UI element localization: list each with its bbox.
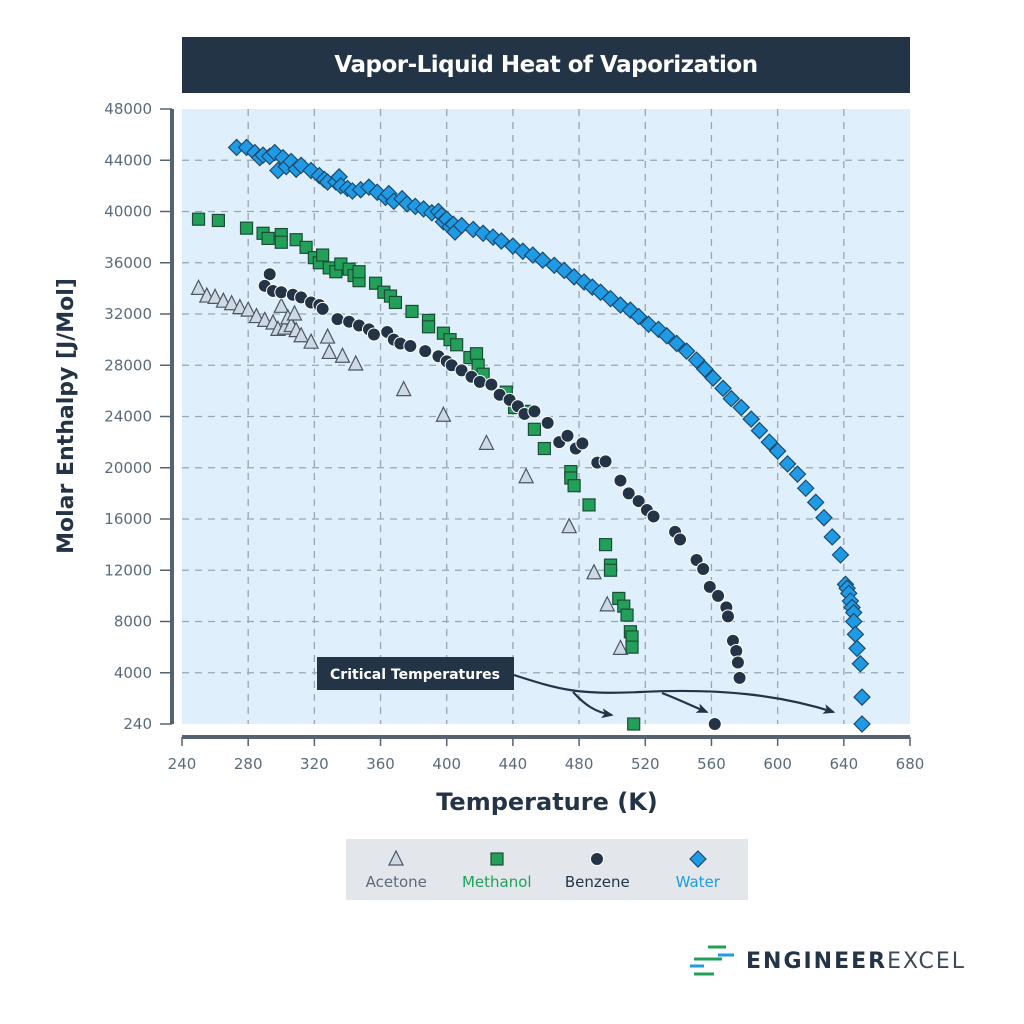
x-tick-label: 280 — [234, 755, 263, 773]
x-axis-title: Temperature (K) — [436, 788, 658, 816]
legend-label: Benzene — [564, 872, 630, 891]
data-point-methanol — [450, 338, 464, 352]
circle-icon — [590, 851, 605, 866]
data-point-benzene — [711, 588, 726, 603]
y-tick-label: 28000 — [104, 356, 152, 374]
y-tick-label: 8000 — [114, 613, 152, 631]
circle-marker — [590, 851, 605, 866]
x-tick-label: 680 — [896, 755, 925, 773]
data-point-benzene — [721, 609, 735, 624]
data-point-benzene — [673, 532, 688, 547]
data-point-benzene — [366, 327, 381, 342]
data-point-methanol — [625, 640, 639, 654]
data-point-benzene — [646, 509, 661, 524]
x-tick-label: 440 — [499, 755, 528, 773]
data-point-benzene — [472, 374, 487, 389]
y-axis-title: Molar Enthalpy [J/Mol] — [54, 278, 79, 554]
data-point-methanol — [469, 347, 484, 361]
data-point-methanol — [598, 538, 613, 552]
y-tick-label: 12000 — [104, 561, 152, 579]
data-point-methanol — [527, 422, 542, 436]
data-point-methanol — [388, 295, 403, 310]
data-point-benzene — [540, 415, 555, 430]
logo-lines-icon — [690, 945, 734, 976]
annotation-label: Critical Temperatures — [330, 667, 500, 683]
legend: Acetone Methanol Benzene Water — [346, 839, 748, 900]
data-point-benzene — [575, 436, 590, 451]
data-point-methanol — [620, 608, 634, 622]
legend-item-methanol[interactable]: Methanol — [447, 839, 548, 900]
data-point-methanol — [603, 563, 618, 577]
x-tick-labels: 240 280 320 360 400 440 480 520 560 600 640 680 — [168, 737, 925, 773]
y-tick-label: 36000 — [104, 254, 152, 272]
y-tick-label: 20000 — [104, 459, 152, 477]
y-tick-label: 24000 — [104, 408, 152, 426]
logo-text-bold: ENGINEER — [746, 948, 888, 974]
annotation-box: Critical Temperatures — [317, 657, 514, 690]
data-point-methanol — [191, 212, 206, 226]
logo-text-light: EXCEL — [887, 948, 966, 974]
data-point-benzene — [274, 285, 289, 300]
legend-label: Acetone — [365, 872, 427, 891]
logo-text: ENGINEEREXCEL — [746, 949, 966, 974]
data-point-benzene — [527, 404, 542, 419]
data-point-methanol — [239, 221, 254, 235]
triangle-icon — [388, 849, 405, 866]
data-point-benzene — [732, 670, 747, 685]
legend-label: Water — [675, 872, 720, 891]
data-point-methanol — [316, 248, 330, 262]
y-tick-label: 16000 — [104, 510, 152, 528]
y-tick-label: 240 — [123, 715, 152, 733]
data-point-benzene — [330, 312, 345, 327]
data-point-methanol — [274, 235, 288, 249]
legend-item-water[interactable]: Water — [648, 839, 749, 900]
x-tick-label: 600 — [763, 755, 792, 773]
data-point-benzene — [707, 717, 722, 731]
engineerexcel-logo: ENGINEEREXCEL — [688, 944, 966, 978]
legend-item-benzene[interactable]: Benzene — [547, 839, 648, 900]
y-tick-labels: 240 4000 8000 12000 16000 20000 24000 28000 3200… — [104, 100, 172, 733]
x-tick-label: 400 — [432, 755, 461, 773]
x-tick-label: 240 — [168, 755, 197, 773]
legend-label: Methanol — [461, 872, 532, 891]
x-tick-label: 360 — [366, 755, 395, 773]
data-point-methanol — [421, 320, 436, 334]
square-icon — [490, 851, 504, 866]
y-tick-label: 40000 — [104, 203, 152, 221]
data-point-benzene — [613, 473, 628, 488]
square-marker — [490, 851, 504, 866]
y-tick-label: 32000 — [104, 305, 152, 323]
legend-item-acetone[interactable]: Acetone — [346, 839, 447, 900]
data-point-methanol — [627, 717, 641, 731]
data-point-methanol — [405, 304, 419, 319]
data-point-methanol — [582, 498, 596, 512]
diamond-marker — [688, 849, 707, 868]
data-point-benzene — [598, 454, 613, 469]
data-point-methanol — [352, 265, 366, 279]
x-tick-label: 320 — [300, 755, 329, 773]
data-point-methanol — [567, 479, 581, 493]
data-point-methanol — [261, 231, 275, 246]
y-tick-label: 48000 — [104, 100, 152, 118]
x-tick-label: 640 — [829, 755, 858, 773]
y-tick-label: 4000 — [114, 664, 152, 682]
data-point-benzene — [730, 655, 745, 670]
data-point-benzene — [729, 643, 744, 658]
data-point-methanol — [211, 213, 225, 228]
data-point-methanol — [537, 441, 551, 456]
data-point-benzene — [315, 301, 330, 316]
triangle-marker — [388, 849, 405, 866]
x-tick-label: 560 — [697, 755, 726, 773]
diamond-icon — [688, 849, 707, 868]
data-point-benzene — [418, 344, 433, 359]
x-tick-label: 520 — [631, 755, 660, 773]
data-point-benzene — [696, 561, 711, 576]
data-point-benzene — [560, 428, 575, 443]
y-tick-label: 44000 — [104, 151, 152, 169]
data-point-benzene — [403, 339, 418, 354]
x-tick-label: 480 — [565, 755, 594, 773]
